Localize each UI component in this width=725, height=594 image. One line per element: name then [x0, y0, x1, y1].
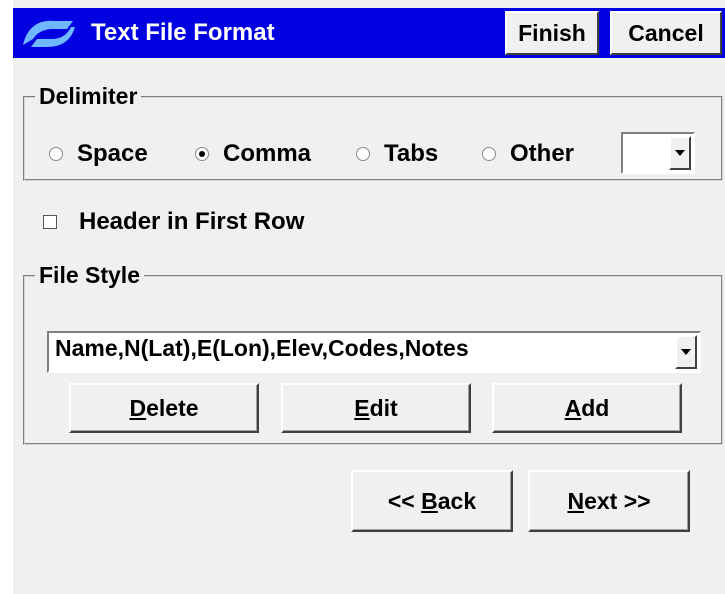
next-label: ext >>: [584, 487, 651, 514]
chevron-down-icon: [675, 150, 685, 156]
add-button[interactable]: Add: [492, 383, 682, 433]
file-style-legend: File Style: [39, 262, 140, 288]
radio-other[interactable]: Other: [482, 140, 574, 168]
file-style-group: File Style Name,N(Lat),E(Lon),Elev,Codes…: [23, 262, 723, 445]
radio-space-circle[interactable]: [49, 147, 63, 161]
file-style-value: Name,N(Lat),E(Lon),Elev,Codes,Notes: [55, 335, 469, 361]
other-delimiter-dropdown[interactable]: [621, 132, 695, 174]
add-label: dd: [581, 394, 610, 421]
radio-tabs[interactable]: Tabs: [356, 140, 438, 168]
radio-comma-label: Comma: [223, 140, 312, 167]
title-bar: Text File Format Finish Cancel: [13, 8, 725, 58]
delimiter-legend: Delimiter: [39, 83, 138, 109]
back-prefix: <<: [387, 487, 422, 514]
delete-button[interactable]: Delete: [69, 383, 259, 433]
back-label: ack: [437, 487, 477, 514]
header-checkbox-box[interactable]: [43, 215, 57, 229]
finish-button[interactable]: Finish: [505, 11, 599, 55]
radio-tabs-label: Tabs: [384, 140, 439, 167]
radio-other-label: Other: [510, 140, 575, 167]
radio-space[interactable]: Space: [49, 140, 148, 168]
delimiter-group: Delimiter Space Comma Tabs Other: [23, 83, 723, 181]
delete-label: elete: [146, 394, 199, 421]
text-file-format-dialog: Text File Format Finish Cancel Delimiter…: [13, 0, 725, 594]
back-mnemonic: B: [421, 487, 438, 514]
edit-label: dit: [369, 394, 398, 421]
window-title: Text File Format: [91, 19, 275, 46]
radio-tabs-circle[interactable]: [356, 147, 370, 161]
chevron-down-icon: [681, 349, 691, 355]
header-checkbox-label: Header in First Row: [79, 208, 305, 235]
radio-comma-circle[interactable]: [195, 147, 209, 161]
next-mnemonic: N: [567, 487, 585, 514]
file-style-dropdown-arrow[interactable]: [675, 335, 697, 369]
delete-mnemonic: D: [129, 394, 147, 421]
app-logo-icon: [17, 15, 79, 51]
edit-mnemonic: E: [354, 394, 370, 421]
header-in-first-row-checkbox[interactable]: Header in First Row: [43, 208, 304, 236]
next-button[interactable]: Next >>: [528, 470, 690, 532]
file-style-dropdown[interactable]: Name,N(Lat),E(Lon),Elev,Codes,Notes: [47, 331, 701, 373]
back-button[interactable]: << Back: [351, 470, 513, 532]
other-dropdown-arrow[interactable]: [669, 136, 691, 170]
radio-space-label: Space: [77, 140, 148, 167]
radio-other-circle[interactable]: [482, 147, 496, 161]
edit-button[interactable]: Edit: [281, 383, 471, 433]
radio-comma[interactable]: Comma: [195, 140, 311, 168]
cancel-button[interactable]: Cancel: [610, 11, 722, 55]
add-mnemonic: A: [564, 394, 582, 421]
